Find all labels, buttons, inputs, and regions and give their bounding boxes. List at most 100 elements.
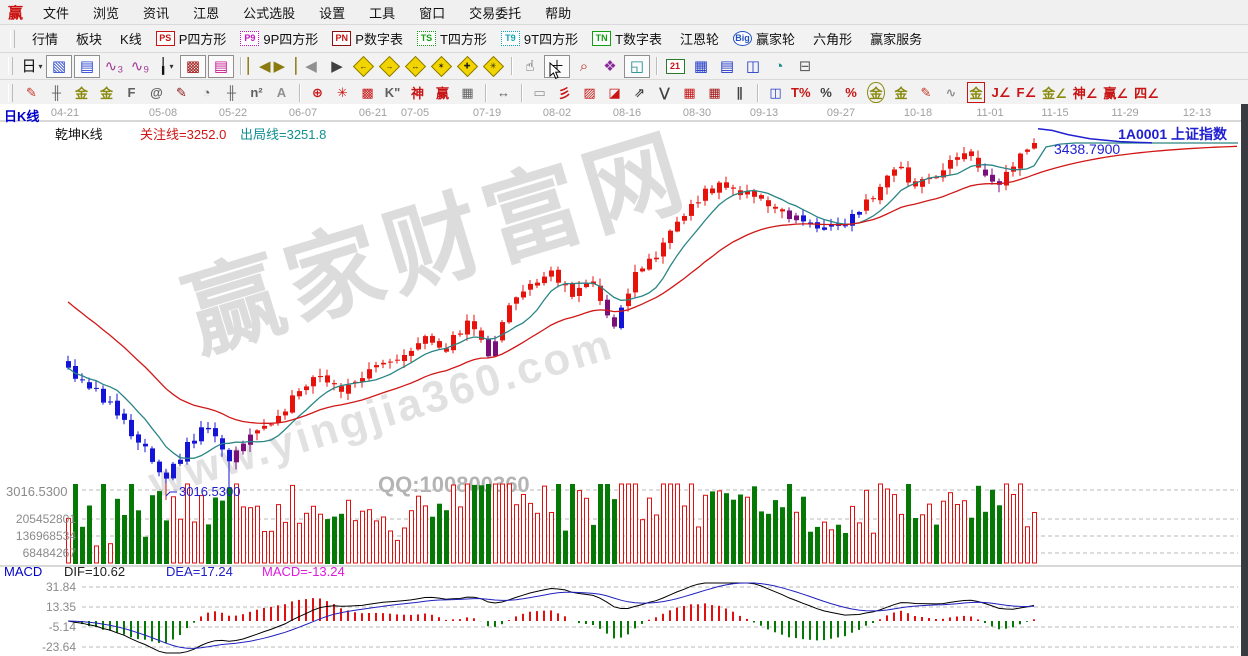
next-page-button[interactable]: ▶ xyxy=(325,56,349,77)
wave3-button[interactable]: ∿₃ xyxy=(102,56,126,77)
stats-tool-button[interactable]: ◱ xyxy=(624,55,650,78)
target-tool[interactable]: ⊕ xyxy=(306,83,329,102)
winner-wheel-button[interactable]: Big赢家轮 xyxy=(726,27,802,50)
wave-sample-tool[interactable]: ∿ xyxy=(940,83,963,102)
percent-tool[interactable]: % xyxy=(815,83,838,102)
world-clock-button[interactable]: ◔ xyxy=(767,56,791,77)
gann-star-button[interactable]: ✳ xyxy=(481,56,505,77)
menu-item-6[interactable]: 工具 xyxy=(357,0,407,25)
winner-service-button[interactable]: 赢家服务 xyxy=(859,27,929,50)
menu-item-3[interactable]: 江恩 xyxy=(181,0,231,25)
ray-fan-tool[interactable]: 彡 xyxy=(553,83,576,102)
shen-angle-tool[interactable]: 神∠ xyxy=(1071,83,1100,102)
toolbar-grip xyxy=(8,84,13,102)
sectors-button[interactable]: 板块 xyxy=(65,27,109,50)
last-page-button[interactable]: ▶▕ xyxy=(273,56,297,77)
calendar-button[interactable]: 21 xyxy=(663,56,687,77)
brush-tool[interactable]: ✎ xyxy=(20,83,43,102)
pen-measure-tool[interactable]: ✎ xyxy=(170,83,193,102)
qiankun-note-toggle[interactable]: ▤ xyxy=(74,55,100,78)
menu-item-8[interactable]: 交易委托 xyxy=(457,0,533,25)
four-angle-tool[interactable]: 四∠ xyxy=(1132,83,1161,102)
width-measure-tool[interactable]: ↔ xyxy=(492,83,515,102)
spiral-tool[interactable]: @ xyxy=(145,83,168,102)
calculator-button[interactable]: ▦ xyxy=(689,56,713,77)
t-percent-tool[interactable]: T% xyxy=(789,83,813,102)
t-number-button[interactable]: TNT数字表 xyxy=(585,27,669,50)
9t-square-button[interactable]: T99T四方形 xyxy=(494,27,585,50)
box-tool[interactable]: ▭ xyxy=(528,83,551,102)
p-number-button[interactable]: PNP数字表 xyxy=(325,27,410,50)
menu-item-0[interactable]: 文件 xyxy=(31,0,81,25)
gold-circle-tool[interactable]: 金 xyxy=(865,83,888,102)
menu-item-4[interactable]: 公式选股 xyxy=(231,0,307,25)
n-square-tool[interactable]: n² xyxy=(245,83,268,102)
gann-cross-button[interactable]: ✚ xyxy=(455,56,479,77)
f-angle-tool[interactable]: F∠ xyxy=(1015,83,1039,102)
9p-square-button[interactable]: P99P四方形 xyxy=(233,27,325,50)
wave9-button[interactable]: ∿₉ xyxy=(128,56,152,77)
hand-tool-button[interactable]: ☝ xyxy=(518,56,542,77)
candle-style-dropdown[interactable]: ╽▾ xyxy=(154,56,178,77)
qiankun-k-toggle[interactable]: ▩ xyxy=(180,55,206,78)
notepad-button[interactable]: ▤ xyxy=(715,56,739,77)
box-fan-tool[interactable]: ▨ xyxy=(578,83,601,102)
time-cycle-tool[interactable]: ◔ xyxy=(195,83,218,102)
percent-line-tool[interactable]: % xyxy=(840,83,863,102)
vertical-scrollbar[interactable] xyxy=(1241,104,1248,656)
chart-percent-tool[interactable]: ◫ xyxy=(764,83,787,102)
save-button[interactable]: ◫ xyxy=(741,56,765,77)
angle-mirror-tool[interactable]: A xyxy=(270,83,293,102)
ying-angle-tool[interactable]: 赢∠ xyxy=(1101,83,1130,102)
shen-tool[interactable]: 神 xyxy=(406,83,429,102)
menu-item-2[interactable]: 资讯 xyxy=(131,0,181,25)
menu-item-1[interactable]: 浏览 xyxy=(81,0,131,25)
j-angle-tool[interactable]: J∠ xyxy=(990,83,1013,102)
ying-tool[interactable]: 赢 xyxy=(431,83,454,102)
gann-angle-both-button[interactable]: ↔ xyxy=(403,56,427,77)
zoom-tool-button[interactable]: ⌕ xyxy=(572,56,596,77)
grid-arrow-tool[interactable]: ▦ xyxy=(703,83,726,102)
gold-box-tool[interactable]: 金 xyxy=(965,83,988,102)
prev-page-button[interactable]: ◀ xyxy=(299,56,323,77)
gold-ratio-tool-2[interactable]: 金 xyxy=(95,83,118,102)
kline-button[interactable]: K线 xyxy=(109,27,149,50)
distribution-toggle[interactable]: ▤ xyxy=(208,55,234,78)
gold-line-tool[interactable]: 金 xyxy=(890,83,913,102)
hexagon-button[interactable]: 六角形 xyxy=(802,27,859,50)
t-square-button[interactable]: TST四方形 xyxy=(410,27,494,50)
gann-angle-right-button[interactable]: → xyxy=(377,56,401,77)
arrow-fan-tool[interactable]: ⇗ xyxy=(628,83,651,102)
menu-item-9[interactable]: 帮助 xyxy=(533,0,583,25)
star-web-tool[interactable]: ✳ xyxy=(331,83,354,102)
red-grid-tool[interactable]: ▦ xyxy=(678,83,701,102)
gann-fan-button[interactable]: ✶ xyxy=(429,56,453,77)
density-lines-tool[interactable]: ╫ xyxy=(220,83,243,102)
printer-button[interactable]: ⊟ xyxy=(793,56,817,77)
gold-ratio-tool-1[interactable]: 金 xyxy=(70,83,93,102)
menu-item-5[interactable]: 设置 xyxy=(307,0,357,25)
p-square-button[interactable]: PSP四方形 xyxy=(149,27,234,50)
period-day-dropdown[interactable]: 日▾ xyxy=(20,56,44,77)
ruler-tool[interactable]: ▦ xyxy=(456,83,479,102)
quotes-button[interactable]: 行情 xyxy=(21,27,65,50)
p-number-button-icon: PN xyxy=(332,31,351,46)
j-angle-tool-icon: J∠ xyxy=(992,85,1011,101)
qiankun-window-toggle[interactable]: ▧ xyxy=(46,55,72,78)
pen-angle-tool[interactable]: ✎ xyxy=(915,83,938,102)
gann-lines-tool[interactable]: ╫ xyxy=(45,83,68,102)
parallel-lines-tool[interactable]: ∥ xyxy=(728,83,751,102)
k-quote-tool[interactable]: K" xyxy=(381,83,404,102)
gold-angle-tool[interactable]: 金∠ xyxy=(1040,83,1069,102)
gann-wheel-button[interactable]: 江恩轮 xyxy=(669,27,726,50)
v-lines-tool[interactable]: ⋁ xyxy=(653,83,676,102)
box-diag-tool[interactable]: ◪ xyxy=(603,83,626,102)
macd-value-label: MACD=-13.24 xyxy=(262,564,345,579)
first-page-button[interactable]: ▏◀ xyxy=(247,56,271,77)
fib-tool[interactable]: F xyxy=(120,83,143,102)
region-tool-button[interactable]: ❖ xyxy=(598,56,622,77)
gann-angle-left-button[interactable]: ← xyxy=(351,56,375,77)
web-grid-tool[interactable]: ▩ xyxy=(356,83,379,102)
gann-star-button-icon: ✳ xyxy=(482,55,503,76)
menu-item-7[interactable]: 窗口 xyxy=(407,0,457,25)
